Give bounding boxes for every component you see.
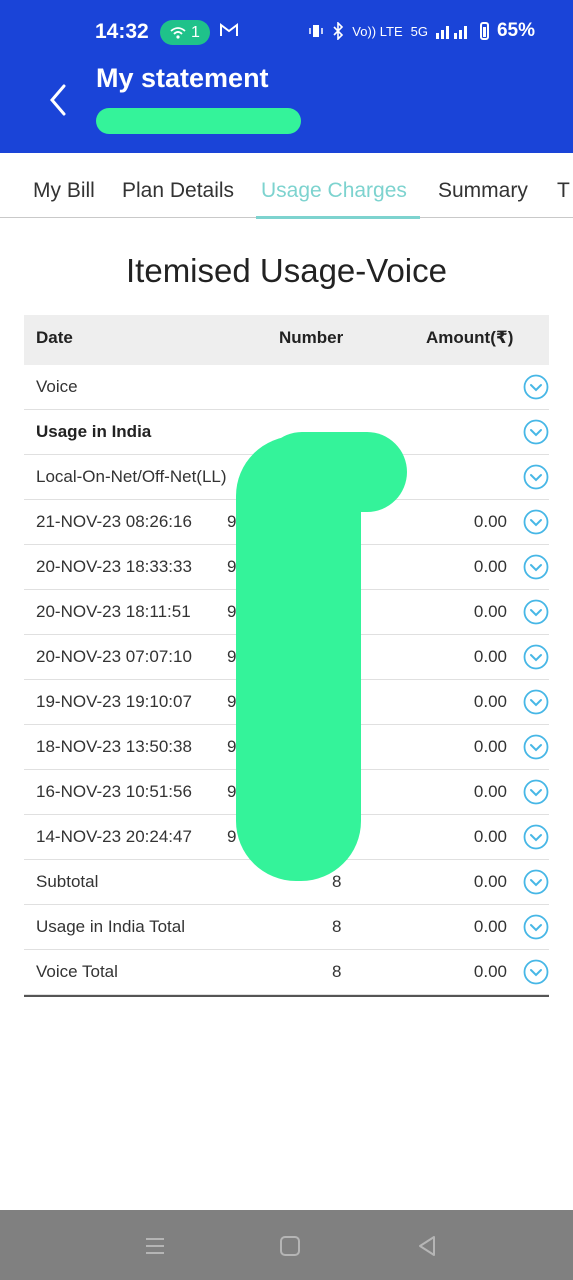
status-time: 14:32 [95, 20, 149, 43]
expand-chevron-icon[interactable] [523, 734, 549, 760]
row-date: 18-NOV-23 13:50:38 [36, 737, 192, 756]
section-title: Itemised Usage-Voice [126, 252, 447, 289]
row-number: 8 [332, 872, 342, 891]
row-date: 20-NOV-23 18:33:33 [36, 557, 192, 576]
expand-chevron-icon[interactable] [523, 374, 549, 400]
battery-icon [479, 22, 489, 40]
signal-icon [435, 26, 467, 39]
back-icon[interactable] [412, 1232, 442, 1260]
row-date: Usage in India Total [36, 917, 186, 936]
active-tab-indicator [256, 216, 420, 219]
tab-usage-charges[interactable]: Usage Charges [261, 179, 407, 203]
row-date: Subtotal [36, 872, 99, 891]
header-date: Date [36, 328, 73, 347]
redaction-mark-top [262, 432, 407, 512]
row-date: Voice Total [36, 962, 118, 981]
app-header: 14:32 1 Vo)) LTE 5G 65% My statement [0, 0, 573, 153]
row-date: 20-NOV-23 18:11:51 [36, 602, 191, 621]
tab-bar: My Bill Plan Details Usage Charges Summa… [0, 153, 573, 218]
back-chevron-icon[interactable] [42, 80, 78, 120]
volte-indicator: Vo)) LTE [352, 23, 403, 39]
tab-my-bill[interactable]: My Bill [33, 179, 95, 203]
system-nav-bar [0, 1210, 573, 1280]
row-amount: 0.00 [473, 827, 507, 846]
expand-chevron-icon[interactable] [523, 914, 549, 940]
expand-chevron-icon[interactable] [523, 824, 549, 850]
expand-chevron-icon[interactable] [523, 419, 549, 445]
row-amount: 0.00 [473, 557, 507, 576]
expand-chevron-icon[interactable] [523, 959, 549, 985]
row-date: 16-NOV-23 10:51:56 [36, 782, 192, 801]
table-row: Usage in India Total 8 0.00 [24, 905, 549, 950]
tab-truncated[interactable]: T [557, 179, 570, 203]
battery-level: 65% [496, 20, 535, 41]
row-amount: 0.00 [473, 647, 507, 666]
row-number: 8 [332, 917, 342, 936]
network-type: 5G [410, 23, 428, 39]
row-amount: 0.00 [473, 917, 507, 936]
vibrate-icon [309, 25, 324, 37]
expand-chevron-icon[interactable] [523, 554, 549, 580]
tab-plan-details[interactable]: Plan Details [122, 179, 234, 203]
row-amount: 0.00 [473, 872, 507, 891]
row-amount: 0.00 [473, 737, 507, 756]
expand-chevron-icon[interactable] [523, 779, 549, 805]
row-date: Usage in India [36, 422, 152, 441]
row-date: Voice [36, 377, 78, 396]
home-icon[interactable] [275, 1232, 305, 1260]
bluetooth-icon [333, 22, 344, 40]
row-number: 9 [227, 827, 237, 846]
table-row: Voice [24, 365, 549, 410]
row-amount: 0.00 [473, 602, 507, 621]
expand-chevron-icon[interactable] [523, 644, 549, 670]
status-right-group: Vo)) LTE 5G 65% [308, 20, 535, 42]
row-amount: 0.00 [473, 512, 507, 531]
row-date: 19-NOV-23 19:10:07 [36, 692, 192, 711]
row-amount: 0.00 [473, 692, 507, 711]
header-amount: Amount(₹) [426, 328, 514, 347]
row-number: 8 [332, 962, 342, 981]
row-date: 14-NOV-23 20:24:47 [36, 827, 192, 846]
expand-chevron-icon[interactable] [523, 464, 549, 490]
page-title: My statement [96, 63, 269, 93]
expand-chevron-icon[interactable] [523, 689, 549, 715]
gmail-icon [220, 22, 238, 42]
row-date: 20-NOV-23 07:07:10 [36, 647, 192, 666]
header-number: Number [279, 328, 344, 347]
menu-icon[interactable] [140, 1232, 170, 1260]
row-date: Local-On-Net/Off-Net(LL) [36, 467, 227, 486]
row-amount: 0.00 [473, 962, 507, 981]
row-amount: 0.00 [473, 782, 507, 801]
expand-chevron-icon[interactable] [523, 869, 549, 895]
wifi-count: 1 [191, 23, 200, 41]
expand-chevron-icon[interactable] [523, 599, 549, 625]
table-bottom-border [24, 995, 549, 997]
table-row: Voice Total 8 0.00 [24, 950, 549, 995]
row-date: 21-NOV-23 08:26:16 [36, 512, 192, 531]
tab-summary[interactable]: Summary [438, 179, 528, 203]
redacted-phone-number [96, 108, 301, 134]
wifi-icon [170, 26, 186, 39]
table-header: Date Number Amount(₹) [24, 315, 549, 365]
wifi-hotspot-indicator: 1 [160, 20, 210, 45]
expand-chevron-icon[interactable] [523, 509, 549, 535]
